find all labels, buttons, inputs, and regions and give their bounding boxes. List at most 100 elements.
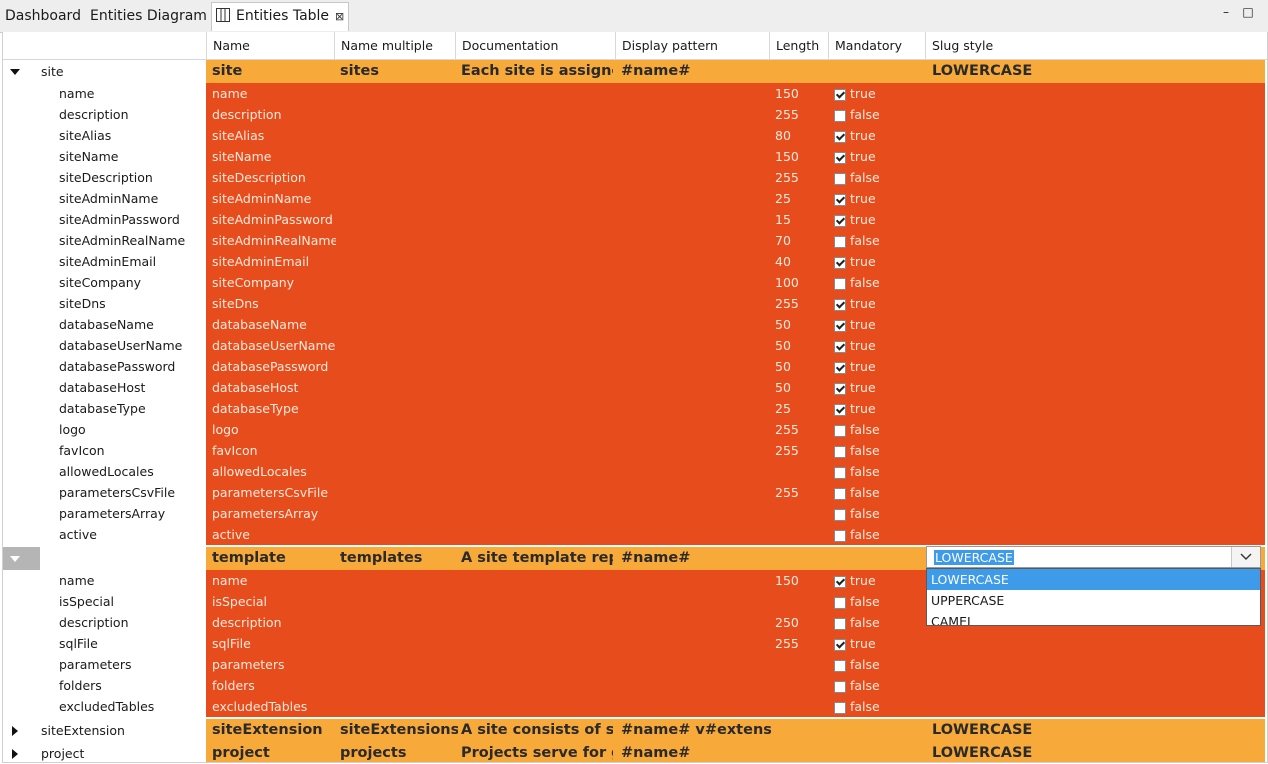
combo-dropdown-button[interactable] (1231, 547, 1260, 567)
attribute-row[interactable]: parametersCsvFile 255 false (206, 482, 1265, 503)
expand-arrow-down-icon[interactable] (10, 68, 20, 75)
tab-entities-diagram[interactable]: Entities Diagram (86, 3, 211, 30)
mandatory-checkbox[interactable] (834, 193, 846, 206)
mandatory-checkbox[interactable] (834, 172, 846, 185)
tab-dashboard[interactable]: Dashboard (1, 3, 85, 30)
attribute-length-cell[interactable]: 255 (775, 167, 831, 188)
entity-row[interactable]: siteExtension siteExtensions A site consis… (206, 719, 1265, 742)
tree-attribute-row[interactable]: siteAlias (3, 125, 206, 146)
attribute-name-cell[interactable]: allowedLocales (212, 461, 336, 482)
entity-name-multiple-cell[interactable]: templates (340, 547, 458, 570)
slug-style-option[interactable]: CAMEL (927, 611, 1260, 625)
attribute-row[interactable]: allowedLocales false (206, 461, 1265, 482)
mandatory-checkbox[interactable] (834, 340, 846, 353)
attribute-row[interactable]: databaseType 25 true (206, 398, 1265, 419)
attribute-length-cell[interactable]: 25 (775, 398, 831, 419)
entity-name-cell[interactable]: template (212, 547, 336, 570)
entity-display-pattern-cell[interactable]: #name# (621, 742, 771, 762)
attribute-name-cell[interactable]: siteAdminRealName (212, 230, 336, 251)
mandatory-checkbox[interactable] (834, 151, 846, 164)
tree-attribute-row[interactable]: databaseType (3, 398, 206, 419)
header-length[interactable]: Length (769, 32, 828, 59)
attribute-name-cell[interactable]: siteCompany (212, 272, 336, 293)
attribute-length-cell[interactable] (775, 461, 831, 482)
entity-name-cell[interactable]: site (212, 60, 336, 83)
mandatory-checkbox[interactable] (834, 235, 846, 248)
header-slug-style[interactable]: Slug style (925, 32, 1267, 59)
attribute-name-cell[interactable]: siteDns (212, 293, 336, 314)
tree-attribute-row[interactable]: parameters (3, 654, 206, 675)
attribute-length-cell[interactable] (775, 654, 831, 675)
expand-arrow-right-icon[interactable] (12, 725, 18, 736)
expand-arrow-down-icon[interactable] (10, 555, 20, 562)
attribute-name-cell[interactable]: siteAdminEmail (212, 251, 336, 272)
attribute-row[interactable]: parameters false (206, 654, 1265, 675)
slug-style-value[interactable]: LOWERCASE (934, 550, 1014, 565)
attribute-name-cell[interactable]: parametersArray (212, 503, 336, 524)
attribute-name-cell[interactable]: excludedTables (212, 696, 336, 717)
attribute-length-cell[interactable]: 150 (775, 570, 831, 591)
tree-attribute-row[interactable]: parametersArray (3, 503, 206, 524)
entity-documentation-cell[interactable]: A site consists of se (461, 719, 613, 742)
entity-slug-style-cell[interactable]: LOWERCASE (932, 719, 1262, 742)
tree-attribute-row[interactable]: siteName (3, 146, 206, 167)
tree-attribute-row[interactable]: description (3, 104, 206, 125)
header-name-multiple[interactable]: Name multiple (334, 32, 455, 59)
mandatory-checkbox[interactable] (834, 256, 846, 269)
attribute-length-cell[interactable]: 255 (775, 293, 831, 314)
slug-style-combo[interactable]: LOWERCASE (926, 546, 1261, 568)
entity-name-cell[interactable]: project (212, 742, 336, 762)
entity-slug-style-cell[interactable]: LOWERCASE (932, 60, 1262, 83)
attribute-length-cell[interactable] (775, 591, 831, 612)
attribute-length-cell[interactable]: 255 (775, 440, 831, 461)
attribute-length-cell[interactable]: 250 (775, 612, 831, 633)
attribute-row[interactable]: active false (206, 524, 1265, 545)
header-documentation[interactable]: Documentation (455, 32, 615, 59)
mandatory-checkbox[interactable] (834, 680, 846, 693)
attribute-length-cell[interactable]: 50 (775, 377, 831, 398)
entity-name-cell[interactable]: siteExtension (212, 719, 336, 742)
attribute-length-cell[interactable]: 80 (775, 125, 831, 146)
attribute-row[interactable]: databaseHost 50 true (206, 377, 1265, 398)
attribute-name-cell[interactable]: siteAdminName (212, 188, 336, 209)
mandatory-checkbox[interactable] (834, 659, 846, 672)
tree-attribute-row[interactable]: siteAdminRealName (3, 230, 206, 251)
tree-attribute-row[interactable]: databasePassword (3, 356, 206, 377)
attribute-name-cell[interactable]: sqlFile (212, 633, 336, 654)
mandatory-checkbox[interactable] (834, 130, 846, 143)
attribute-length-cell[interactable]: 50 (775, 335, 831, 356)
attribute-length-cell[interactable]: 255 (775, 419, 831, 440)
attribute-row[interactable]: sqlFile 255 true (206, 633, 1265, 654)
attribute-name-cell[interactable]: folders (212, 675, 336, 696)
tree-attribute-row[interactable]: description (3, 612, 206, 633)
mandatory-checkbox[interactable] (834, 424, 846, 437)
attribute-row[interactable]: favIcon 255 false (206, 440, 1265, 461)
attribute-row[interactable]: siteName 150 true (206, 146, 1265, 167)
attribute-name-cell[interactable]: isSpecial (212, 591, 336, 612)
maximize-icon[interactable]: □ (1242, 6, 1254, 18)
attribute-row[interactable]: databaseName 50 true (206, 314, 1265, 335)
mandatory-checkbox[interactable] (834, 445, 846, 458)
mandatory-checkbox[interactable] (834, 617, 846, 630)
tree-attribute-row[interactable]: siteDns (3, 293, 206, 314)
entity-name-multiple-cell[interactable]: sites (340, 60, 458, 83)
attribute-name-cell[interactable]: name (212, 570, 336, 591)
attribute-row[interactable]: databasePassword 50 true (206, 356, 1265, 377)
attribute-length-cell[interactable]: 50 (775, 314, 831, 335)
mandatory-checkbox[interactable] (834, 214, 846, 227)
tree-attribute-row[interactable]: allowedLocales (3, 461, 206, 482)
attribute-row[interactable]: excludedTables false (206, 696, 1265, 717)
attribute-name-cell[interactable]: parameters (212, 654, 336, 675)
mandatory-checkbox[interactable] (834, 575, 846, 588)
attribute-name-cell[interactable]: siteName (212, 146, 336, 167)
close-tab-icon[interactable]: ⊠ (335, 10, 344, 23)
mandatory-checkbox[interactable] (834, 109, 846, 122)
tree-attribute-row[interactable]: databaseName (3, 314, 206, 335)
attribute-length-cell[interactable] (775, 675, 831, 696)
minimize-icon[interactable]: – (1220, 6, 1232, 18)
entity-documentation-cell[interactable]: Projects serve for gı (461, 742, 613, 762)
attribute-row[interactable]: name 150 true (206, 83, 1265, 104)
attribute-name-cell[interactable]: databaseType (212, 398, 336, 419)
tree-attribute-row[interactable]: isSpecial (3, 591, 206, 612)
entity-slug-style-cell[interactable]: LOWERCASE (932, 742, 1262, 762)
